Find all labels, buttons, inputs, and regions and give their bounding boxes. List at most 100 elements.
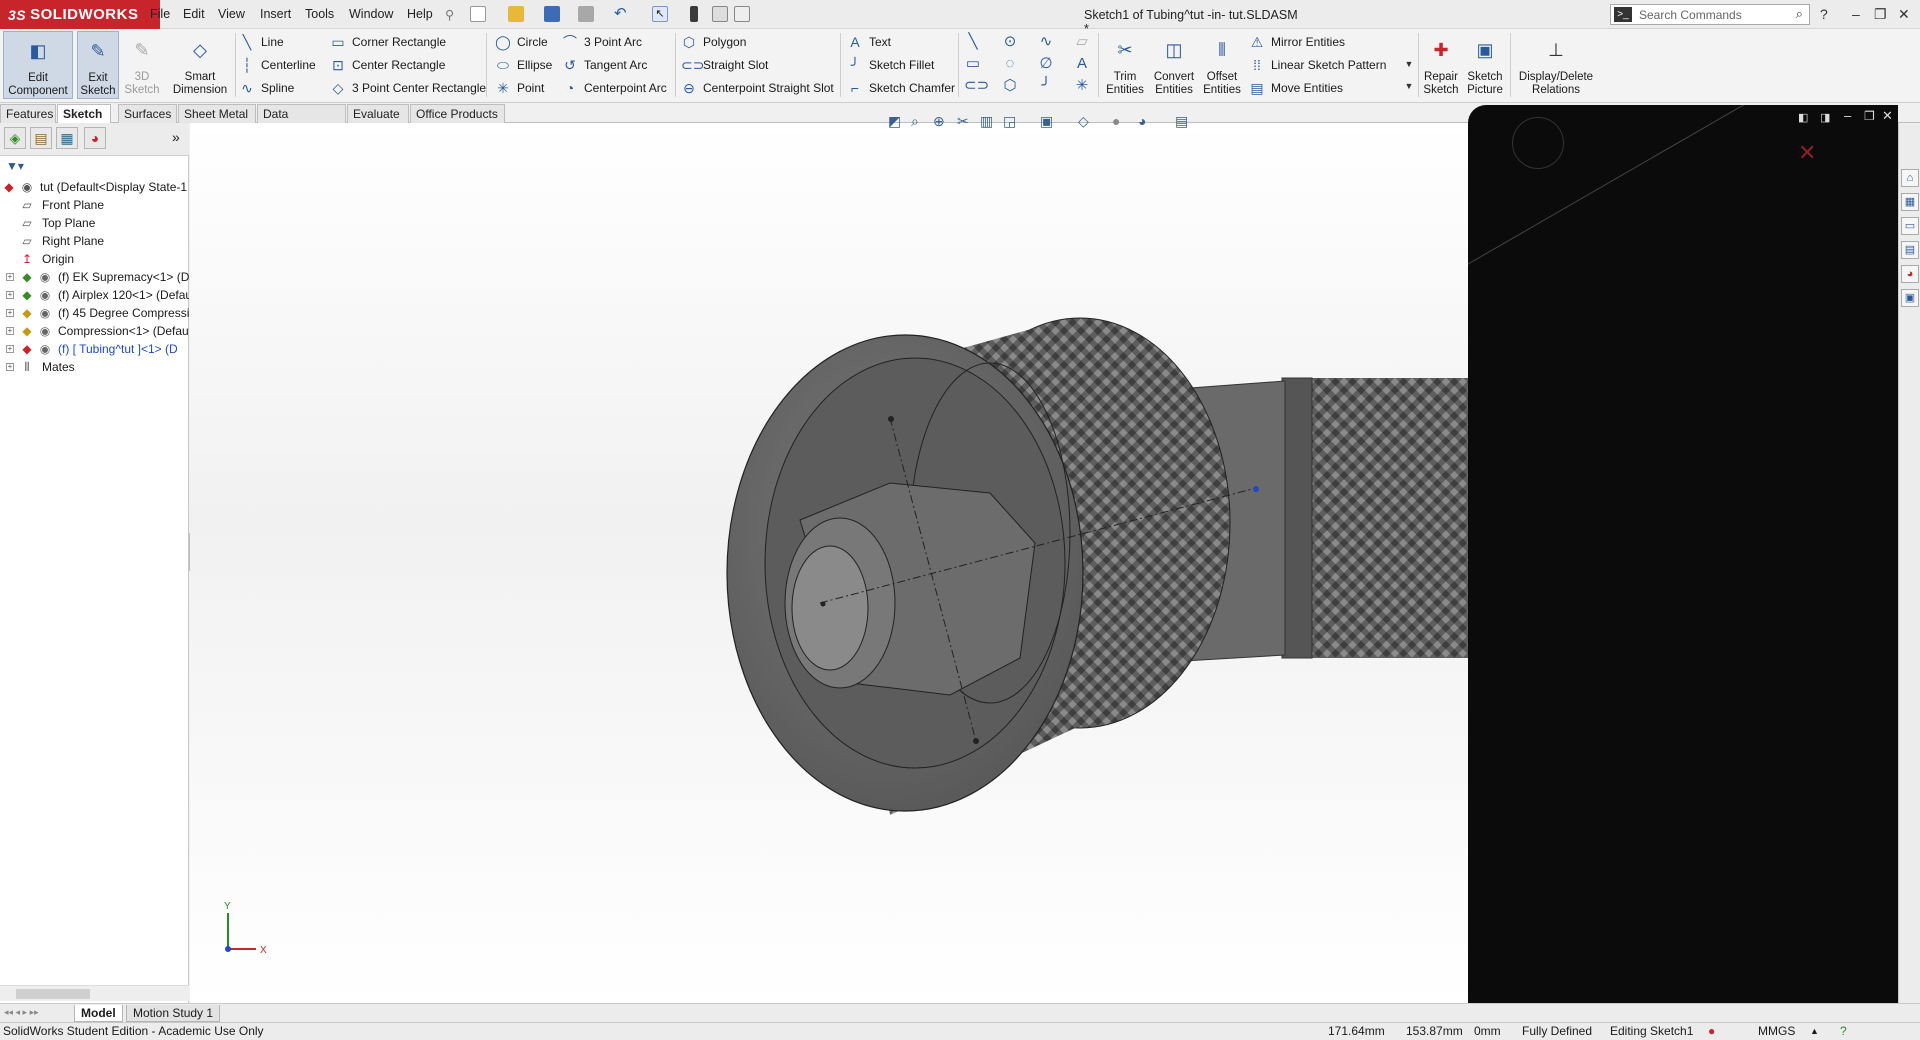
expand-icon[interactable]: + — [6, 273, 14, 281]
circle-button[interactable]: ◯ Circle — [493, 32, 548, 52]
prev-icon[interactable]: ◧ — [1798, 111, 1808, 124]
display-style-icon[interactable]: ▣ — [1040, 113, 1053, 130]
tab-features[interactable]: Features — [0, 104, 56, 123]
tab-model[interactable]: Model — [74, 1005, 123, 1022]
sketch-fillet-flyout-icon[interactable]: ∅ — [1037, 55, 1055, 73]
mirror-entities-button[interactable]: ⚠ Mirror Entities — [1247, 32, 1345, 52]
scrollbar-thumb[interactable] — [16, 989, 90, 999]
convert-entities-button[interactable]: ◫ Convert Entities — [1150, 31, 1198, 99]
filter-icon[interactable]: ▼▾ — [6, 159, 24, 173]
fitting-barb-inner[interactable] — [791, 545, 869, 671]
next-icon[interactable]: ◨ — [1820, 111, 1830, 124]
point-button[interactable]: ✳ Point — [493, 78, 544, 98]
search-input[interactable]: >_ Search Commands ⌕ — [1610, 4, 1810, 25]
text-flyout-icon[interactable]: A — [1073, 55, 1091, 73]
sketch-fillet-button[interactable]: ╯ Sketch Fillet — [845, 55, 935, 75]
search-icon[interactable]: ⌕ — [1796, 6, 1803, 22]
close-sketch-icon[interactable]: ✕ — [1798, 140, 1816, 166]
tree-item-airplex[interactable]: + ◆ ◉ (f) Airplex 120<1> (Defau — [0, 286, 189, 304]
spline-flyout-icon[interactable]: ∿ — [1037, 33, 1055, 51]
point-flyout-icon[interactable]: ✳ — [1073, 77, 1091, 95]
view-settings-icon[interactable]: ▤ — [1175, 113, 1188, 130]
unit-chevron-icon[interactable]: ▲ — [1810, 1023, 1819, 1040]
tab-office-products[interactable]: Office Products — [410, 104, 505, 123]
sketch-point[interactable] — [1253, 486, 1259, 492]
appearances-icon[interactable]: ◕ — [1901, 265, 1919, 283]
edit-component-button[interactable]: ◧ Edit Component — [3, 31, 73, 99]
tangent-arc-button[interactable]: ↺ Tangent Arc — [560, 55, 647, 75]
design-library-icon[interactable]: ▦ — [1901, 193, 1919, 211]
tree-item-ek-supremacy[interactable]: + ◆ ◉ (f) EK Supremacy<1> (D — [0, 268, 189, 286]
scene-icon[interactable]: ◕ — [1138, 113, 1146, 129]
hide-show-icon[interactable]: ◇ — [1078, 113, 1089, 130]
new-document-icon[interactable] — [470, 6, 486, 22]
options-icon[interactable] — [734, 6, 750, 22]
minimize-view-icon[interactable]: – — [1844, 108, 1851, 123]
home-icon[interactable]: ⌂ — [1901, 169, 1919, 187]
plane-flyout-icon[interactable]: ▱ — [1073, 33, 1091, 51]
tree-item-tubing[interactable]: + ◆ ◉ (f) [ Tubing^tut ]<1> (D — [0, 340, 189, 358]
expand-panel-icon[interactable]: » — [172, 129, 180, 145]
menu-view[interactable]: View — [218, 7, 245, 21]
expand-icon[interactable]: + — [6, 345, 14, 353]
tab-sheet-metal[interactable]: Sheet Metal — [178, 104, 256, 123]
sketch-point[interactable] — [820, 601, 826, 607]
tree-item-assembly[interactable]: ◆ ◉ tut (Default<Display State-1 — [0, 178, 189, 196]
open-icon[interactable] — [508, 6, 524, 22]
view-orientation-icon[interactable]: ◲ — [1003, 113, 1016, 130]
linear-sketch-pattern-button[interactable]: ⁞⁞ Linear Sketch Pattern — [1247, 55, 1386, 75]
section-view-icon[interactable]: ✂ — [957, 113, 969, 130]
3-point-arc-button[interactable]: ⌒ 3 Point Arc — [560, 32, 642, 52]
tree-item-top-plane[interactable]: ▱ Top Plane — [0, 214, 189, 232]
trim-entities-button[interactable]: ✂ Trim Entities — [1102, 31, 1148, 99]
line-button[interactable]: ╲ Line — [237, 32, 284, 52]
tree-item-compression[interactable]: + ◆ ◉ Compression<1> (Defau — [0, 322, 189, 340]
chevron-down-icon[interactable]: ▼ — [1400, 55, 1418, 73]
sketch-point[interactable] — [973, 738, 979, 744]
spline-button[interactable]: ∿ Spline — [237, 78, 294, 98]
3-point-center-rectangle-button[interactable]: ◇ 3 Point Center Rectangle — [328, 78, 486, 98]
tab-evaluate[interactable]: Evaluate — [347, 104, 409, 123]
centerpoint-straight-slot-button[interactable]: ⊖ Centerpoint Straight Slot — [679, 78, 834, 98]
slot-flyout-icon[interactable]: ◌ — [1001, 55, 1019, 73]
menu-insert[interactable]: Insert — [260, 7, 291, 21]
tree-item-right-plane[interactable]: ▱ Right Plane — [0, 232, 189, 250]
undo-icon[interactable]: ↶ — [614, 6, 630, 22]
tubing-collar[interactable] — [1281, 377, 1313, 659]
pin-icon[interactable]: ⚲ — [445, 7, 454, 22]
circle-flyout-icon[interactable]: ⊙ — [1001, 33, 1019, 51]
zoom-area-icon[interactable]: ⊕ — [933, 113, 945, 130]
property-manager-icon[interactable]: ▤ — [30, 127, 52, 149]
sketch-point[interactable] — [888, 416, 894, 422]
help-status-icon[interactable]: ? — [1840, 1023, 1847, 1040]
polygon-flyout-icon[interactable]: ⬡ — [1001, 77, 1019, 95]
tree-item-origin[interactable]: ↥ Origin — [0, 250, 189, 268]
view-palette-icon[interactable]: ▤ — [1901, 241, 1919, 259]
3d-sketch-button[interactable]: ✎ 3D Sketch — [122, 31, 162, 99]
dynamic-annotation-icon[interactable]: ▥ — [980, 113, 993, 130]
centerline-button[interactable]: ┆ Centerline — [237, 55, 316, 75]
sketch-chamfer-button[interactable]: ⌐ Sketch Chamfer — [845, 78, 955, 98]
previous-view-icon[interactable]: ◩ — [888, 113, 901, 130]
tab-nav-icon[interactable]: ◂◂ ◂ ▸ ▸▸ — [4, 1007, 39, 1018]
tubing-knurl[interactable] — [1310, 378, 1468, 658]
restore-icon[interactable]: ❐ — [1874, 6, 1887, 23]
offset-entities-button[interactable]: ⫴ Offset Entities — [1199, 31, 1245, 99]
repair-sketch-button[interactable]: ✚ Repair Sketch — [1420, 31, 1462, 99]
menu-window[interactable]: Window — [349, 7, 393, 21]
straight-slot-button[interactable]: ⊂⊃ Straight Slot — [679, 55, 768, 75]
slot-flyout-icon-2[interactable]: ⊂⊃ — [964, 77, 989, 95]
solidworks-logo[interactable]: 3S SOLIDWORKS — [0, 0, 160, 29]
expand-icon[interactable]: + — [6, 291, 14, 299]
custom-properties-icon[interactable]: ▣ — [1901, 289, 1919, 307]
tree-item-mates[interactable]: + ⦀ Mates — [0, 358, 189, 376]
rectangle-flyout-icon[interactable]: ▭ — [964, 55, 982, 73]
exit-sketch-button[interactable]: ✎ Exit Sketch — [77, 31, 119, 99]
unit-system[interactable]: MMGS — [1758, 1023, 1795, 1040]
tab-data-migration[interactable]: Data Migration — [257, 104, 346, 139]
appearance-icon[interactable]: ● — [1112, 113, 1120, 129]
tab-surfaces[interactable]: Surfaces — [118, 104, 177, 123]
menu-tools[interactable]: Tools — [305, 7, 334, 21]
display-manager-icon[interactable]: ◕ — [84, 127, 106, 149]
select-icon[interactable]: ↖ — [652, 6, 668, 22]
